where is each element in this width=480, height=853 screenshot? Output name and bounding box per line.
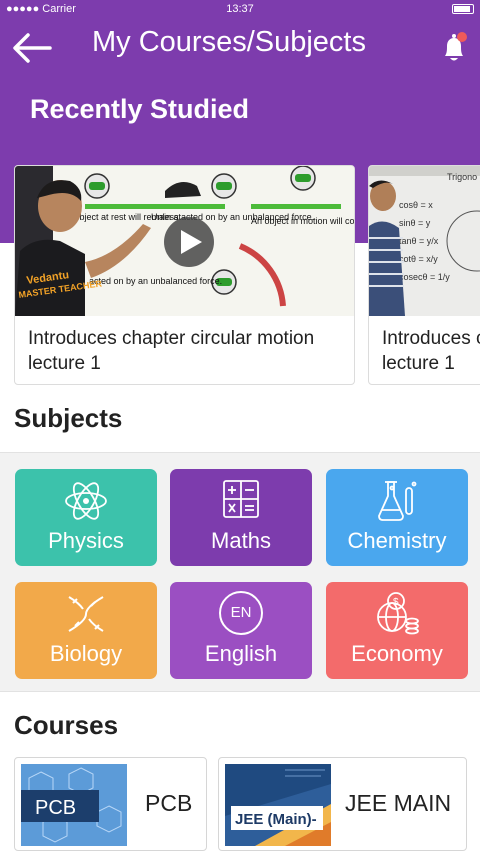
money-globe-icon: $ <box>377 592 419 635</box>
subjects-heading: Subjects <box>14 403 123 433</box>
video-caption: Introduces chapter circular motion lectu… <box>28 328 315 374</box>
video-card[interactable]: Trigono cosθ = x sinθ = y tanθ = y/x cot… <box>368 165 480 385</box>
bell-icon <box>445 32 467 61</box>
course-image: PCB <box>21 764 127 846</box>
lab-flask-icon <box>378 481 417 521</box>
status-time: 13:37 <box>226 3 254 15</box>
subject-label: Economy <box>351 641 443 666</box>
course-label: PCB <box>145 790 193 816</box>
battery-icon <box>452 4 474 14</box>
subject-label: Biology <box>49 641 123 666</box>
video-thumbnail: An object at rest will remain at Unless … <box>15 166 354 316</box>
course-image-text: PCB <box>35 797 76 819</box>
svg-text:$: $ <box>393 597 399 608</box>
course-image: JEE (Main)- <box>225 764 331 846</box>
recently-studied-heading: Recently Studied <box>30 94 250 124</box>
subject-label: Chemistry <box>347 528 447 553</box>
course-card-jee-main[interactable]: JEE (Main)- JEE MAIN <box>218 757 467 851</box>
page-title: My Courses/Subjects <box>92 26 366 58</box>
subject-tile-english[interactable]: EN English <box>170 582 312 679</box>
subject-tile-maths[interactable]: Maths <box>170 469 312 566</box>
subject-tile-chemistry[interactable]: Chemistry <box>326 469 468 566</box>
status-bar: ●●●●● Carrier 13:37 <box>0 0 480 18</box>
thumbnail-text: sinθ = y <box>399 218 431 228</box>
thumbnail-text: An object in motion will continue with c… <box>251 216 354 226</box>
course-label: JEE MAIN <box>345 790 452 816</box>
arrow-left-icon <box>13 33 52 63</box>
subject-tile-economy[interactable]: $ Economy <box>326 582 468 679</box>
thumbnail-text: tanθ = y/x <box>399 236 439 246</box>
notification-button[interactable] <box>434 28 474 68</box>
thumbnail-text: Trigono <box>447 172 477 182</box>
subjects-grid: Physics Maths Chemistry Biology EN Engli… <box>0 452 480 692</box>
notification-dot <box>457 32 467 42</box>
calculator-icon <box>223 480 259 518</box>
subject-tile-physics[interactable]: Physics <box>15 469 157 566</box>
thumbnail-text: cotθ = x/y <box>399 254 438 264</box>
subject-label: Maths <box>211 528 271 553</box>
atom-icon <box>65 482 107 520</box>
course-card-pcb[interactable]: PCB PCB <box>14 757 207 851</box>
thumbnail-text: acted on by an unbalanced force. <box>89 276 222 286</box>
video-thumbnail: Trigono cosθ = x sinθ = y tanθ = y/x cot… <box>369 166 480 316</box>
course-image-text: JEE (Main)- <box>235 811 317 828</box>
back-button[interactable] <box>10 30 54 66</box>
courses-heading: Courses <box>14 710 119 740</box>
subject-label: Physics <box>48 528 124 553</box>
video-card[interactable]: An object at rest will remain at Unless … <box>14 165 355 385</box>
video-caption: Introduces chapter circular motion lectu… <box>382 328 480 374</box>
dna-icon <box>68 596 104 632</box>
thumbnail-text: cosθ = x <box>399 200 433 210</box>
subject-tile-biology[interactable]: Biology <box>15 582 157 679</box>
thumbnail-text: cosecθ = 1/y <box>399 272 450 282</box>
en-badge-icon: EN <box>219 591 263 635</box>
subject-label: English <box>204 641 278 666</box>
